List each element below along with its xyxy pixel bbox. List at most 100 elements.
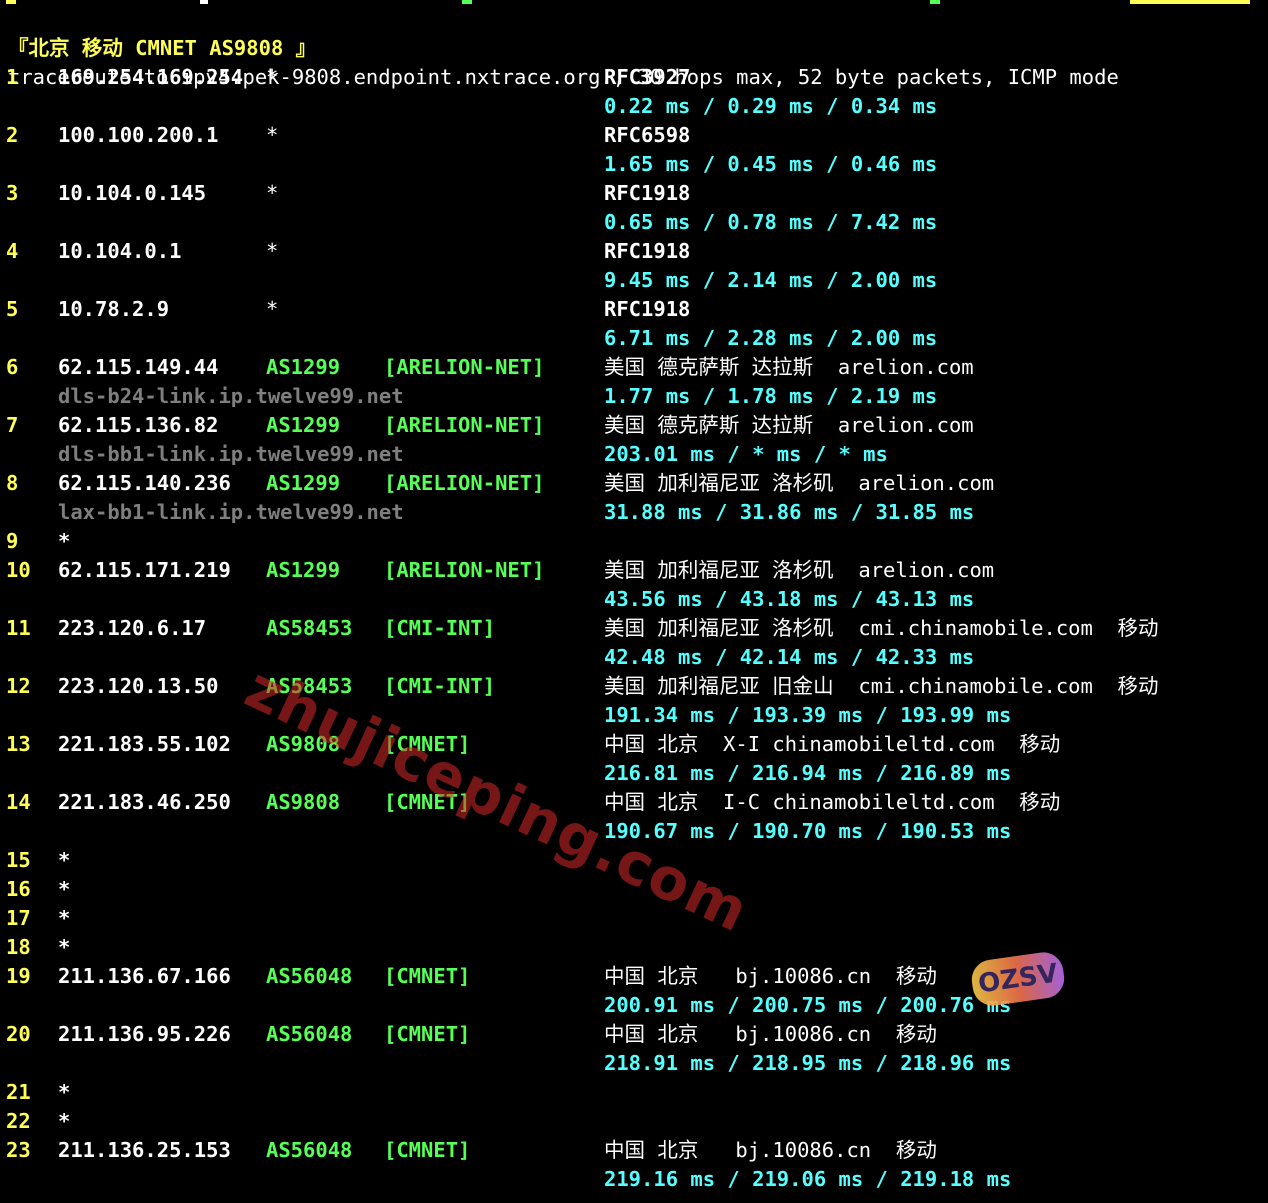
hop-ip: 10.104.0.145 xyxy=(58,181,207,205)
hop-geo-location: 中国 北京 bj.10086.cn 移动 xyxy=(604,964,937,988)
hop-asn-unknown: * xyxy=(266,297,279,321)
hop-number: 18 xyxy=(6,935,31,959)
hop-network-tag: [ARELION-NET] xyxy=(384,471,545,495)
hop-geo-location: 中国 北京 I-C chinamobileltd.com 移动 xyxy=(604,790,1061,814)
hop-number: 5 xyxy=(6,297,19,321)
hop-number: 10 xyxy=(6,558,31,582)
hop-number: 16 xyxy=(6,877,31,901)
hop-ip: 62.115.149.44 xyxy=(58,355,219,379)
hop-geo-location: 美国 加利福尼亚 洛杉矶 cmi.chinamobile.com 移动 xyxy=(604,616,1159,640)
hop-number: 14 xyxy=(6,790,31,814)
hop-geo-location: 中国 北京 bj.10086.cn 移动 xyxy=(604,1138,937,1162)
hop-rtt: 191.34 ms / 193.39 ms / 193.99 ms xyxy=(604,703,1012,727)
hop-rtt: 6.71 ms / 2.28 ms / 2.00 ms xyxy=(604,326,938,350)
hop-number: 3 xyxy=(6,181,19,205)
hop-ip: 221.183.46.250 xyxy=(58,790,231,814)
hop-asn: AS56048 xyxy=(266,1022,353,1046)
hop-asn-unknown: * xyxy=(266,181,279,205)
hop-asn: AS58453 xyxy=(266,616,353,640)
hop-rtt: 43.56 ms / 43.18 ms / 43.13 ms xyxy=(604,587,975,611)
terminal-window[interactable]: 『北京 移动 CMNET AS9808 』 traceroute to ipv4… xyxy=(0,0,1268,1203)
hop-ip: * xyxy=(58,906,71,930)
hop-geo-location: 美国 德克萨斯 达拉斯 arelion.com xyxy=(604,413,974,437)
hop-ip: 211.136.67.166 xyxy=(58,964,231,988)
hop-network-tag: [ARELION-NET] xyxy=(384,558,545,582)
hop-asn: AS1299 xyxy=(266,558,341,582)
hop-asn: AS1299 xyxy=(266,471,341,495)
hop-network-tag: [ARELION-NET] xyxy=(384,355,545,379)
hop-number: 4 xyxy=(6,239,19,263)
hop-ip: 62.115.171.219 xyxy=(58,558,231,582)
hop-number: 20 xyxy=(6,1022,31,1046)
hop-network-tag: [CMI-INT] xyxy=(384,674,496,698)
hop-rtt: 1.65 ms / 0.45 ms / 0.46 ms xyxy=(604,152,938,176)
hop-rfc: RFC6598 xyxy=(604,123,691,147)
hop-rfc: RFC3927 xyxy=(604,65,691,89)
hop-ip: 10.104.0.1 xyxy=(58,239,182,263)
hop-geo-location: 中国 北京 X-I chinamobileltd.com 移动 xyxy=(604,732,1061,756)
hop-asn: AS1299 xyxy=(266,355,341,379)
hop-hostname: lax-bb1-link.ip.twelve99.net xyxy=(58,500,404,524)
hop-rtt: 0.65 ms / 0.78 ms / 7.42 ms xyxy=(604,210,938,234)
hop-rtt: 1.77 ms / 1.78 ms / 2.19 ms xyxy=(604,384,938,408)
hop-ip: * xyxy=(58,1109,71,1133)
hop-network-tag: [CMNET] xyxy=(384,964,471,988)
hop-number: 9 xyxy=(6,529,19,553)
hop-geo-location: 美国 加利福尼亚 旧金山 cmi.chinamobile.com 移动 xyxy=(604,674,1159,698)
hop-ip: * xyxy=(58,1080,71,1104)
hop-asn-unknown: * xyxy=(266,239,279,263)
hop-geo-location: 美国 加利福尼亚 洛杉矶 arelion.com xyxy=(604,471,995,495)
hop-ip: 100.100.200.1 xyxy=(58,123,219,147)
hop-number: 13 xyxy=(6,732,31,756)
hop-rtt: 200.91 ms / 200.75 ms / 200.76 ms xyxy=(604,993,1012,1017)
hop-number: 7 xyxy=(6,413,19,437)
hop-number: 11 xyxy=(6,616,31,640)
hop-rtt: 9.45 ms / 2.14 ms / 2.00 ms xyxy=(604,268,938,292)
hop-geo-location: 美国 加利福尼亚 洛杉矶 arelion.com xyxy=(604,558,995,582)
hop-ip: 62.115.140.236 xyxy=(58,471,231,495)
hop-ip: 10.78.2.9 xyxy=(58,297,170,321)
hop-ip: 223.120.13.50 xyxy=(58,674,219,698)
hop-rtt: 0.22 ms / 0.29 ms / 0.34 ms xyxy=(604,94,938,118)
hop-ip: * xyxy=(58,877,71,901)
trace-target-header: 『北京 移动 CMNET AS9808 』 xyxy=(8,36,317,60)
hop-asn: AS9808 xyxy=(266,790,341,814)
hop-rtt: 31.88 ms / 31.86 ms / 31.85 ms xyxy=(604,500,975,524)
hop-hostname: dls-b24-link.ip.twelve99.net xyxy=(58,384,404,408)
ozsv-logo: OZSV xyxy=(969,949,1067,1009)
hop-number: 22 xyxy=(6,1109,31,1133)
hop-rtt: 203.01 ms / * ms / * ms xyxy=(604,442,888,466)
hop-number: 1 xyxy=(6,65,19,89)
hop-network-tag: [CMNET] xyxy=(384,1022,471,1046)
hop-ip: 62.115.136.82 xyxy=(58,413,219,437)
hop-network-tag: [ARELION-NET] xyxy=(384,413,545,437)
hop-network-tag: [CMNET] xyxy=(384,1138,471,1162)
hop-geo-location: 中国 北京 bj.10086.cn 移动 xyxy=(604,1022,937,1046)
hop-number: 15 xyxy=(6,848,31,872)
hop-number: 23 xyxy=(6,1138,31,1162)
hop-network-tag: [CMI-INT] xyxy=(384,616,496,640)
header-line: 『北京 移动 CMNET AS9808 』 xyxy=(0,5,316,60)
hop-ip: * xyxy=(58,529,71,553)
hop-rfc: RFC1918 xyxy=(604,239,691,263)
hop-geo-location: 美国 德克萨斯 达拉斯 arelion.com xyxy=(604,355,974,379)
hop-rtt: 42.48 ms / 42.14 ms / 42.33 ms xyxy=(604,645,975,669)
hop-rtt: 219.16 ms / 219.06 ms / 219.18 ms xyxy=(604,1167,1012,1191)
hop-ip: 169.254.169.254 xyxy=(58,65,244,89)
hop-rfc: RFC1918 xyxy=(604,297,691,321)
hop-rtt: 218.91 ms / 218.95 ms / 218.96 ms xyxy=(604,1051,1012,1075)
hop-asn: AS1299 xyxy=(266,413,341,437)
hop-hostname: dls-bb1-link.ip.twelve99.net xyxy=(58,442,404,466)
hop-ip: 211.136.95.226 xyxy=(58,1022,231,1046)
hop-number: 12 xyxy=(6,674,31,698)
hop-ip: * xyxy=(58,935,71,959)
hop-asn: AS56048 xyxy=(266,1138,353,1162)
hop-asn-unknown: * xyxy=(266,123,279,147)
hop-ip: 211.136.25.153 xyxy=(58,1138,231,1162)
hop-asn: AS56048 xyxy=(266,964,353,988)
hop-ip: 221.183.55.102 xyxy=(58,732,231,756)
hop-number: 2 xyxy=(6,123,19,147)
hop-asn-unknown: * xyxy=(266,65,279,89)
hop-number: 6 xyxy=(6,355,19,379)
hop-number: 8 xyxy=(6,471,19,495)
